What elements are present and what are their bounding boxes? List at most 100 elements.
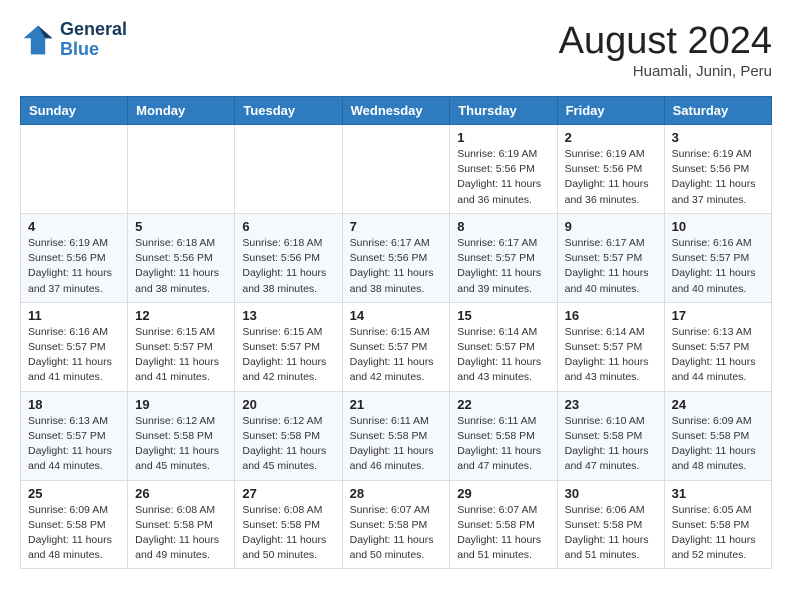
week-row-1: 1 Sunrise: 6:19 AM Sunset: 5:56 PM Daylig… (21, 125, 772, 214)
day-number: 10 (672, 219, 764, 234)
day-number: 15 (457, 308, 549, 323)
day-info: Sunrise: 6:19 AM Sunset: 5:56 PM Dayligh… (565, 147, 657, 208)
day-info: Sunrise: 6:16 AM Sunset: 5:57 PM Dayligh… (672, 236, 764, 297)
calendar-table: SundayMondayTuesdayWednesdayThursdayFrid… (20, 96, 772, 569)
day-info: Sunrise: 6:15 AM Sunset: 5:57 PM Dayligh… (350, 325, 443, 386)
day-cell: 27 Sunrise: 6:08 AM Sunset: 5:58 PM Dayli… (235, 480, 342, 569)
day-info: Sunrise: 6:16 AM Sunset: 5:57 PM Dayligh… (28, 325, 120, 386)
weekday-header-sunday: Sunday (21, 97, 128, 125)
day-number: 11 (28, 308, 120, 323)
day-info: Sunrise: 6:19 AM Sunset: 5:56 PM Dayligh… (457, 147, 549, 208)
day-cell: 23 Sunrise: 6:10 AM Sunset: 5:58 PM Dayli… (557, 391, 664, 480)
day-number: 20 (242, 397, 334, 412)
day-cell: 10 Sunrise: 6:16 AM Sunset: 5:57 PM Dayli… (664, 213, 771, 302)
day-info: Sunrise: 6:14 AM Sunset: 5:57 PM Dayligh… (457, 325, 549, 386)
day-info: Sunrise: 6:09 AM Sunset: 5:58 PM Dayligh… (28, 503, 120, 564)
day-info: Sunrise: 6:12 AM Sunset: 5:58 PM Dayligh… (135, 414, 227, 475)
day-number: 17 (672, 308, 764, 323)
logo-text: General Blue (60, 20, 127, 60)
day-info: Sunrise: 6:15 AM Sunset: 5:57 PM Dayligh… (242, 325, 334, 386)
day-number: 7 (350, 219, 443, 234)
day-info: Sunrise: 6:10 AM Sunset: 5:58 PM Dayligh… (565, 414, 657, 475)
day-number: 8 (457, 219, 549, 234)
day-info: Sunrise: 6:17 AM Sunset: 5:57 PM Dayligh… (565, 236, 657, 297)
day-cell: 4Sunrise: 6:19 AM Sunset: 5:56 PM Daylig… (21, 213, 128, 302)
day-info: Sunrise: 6:13 AM Sunset: 5:57 PM Dayligh… (672, 325, 764, 386)
day-number: 24 (672, 397, 764, 412)
day-number: 12 (135, 308, 227, 323)
month-title: August 2024 (559, 20, 772, 63)
day-cell: 7 Sunrise: 6:17 AM Sunset: 5:56 PM Daylig… (342, 213, 450, 302)
day-cell: 3Sunrise: 6:19 AM Sunset: 5:56 PM Daylig… (664, 125, 771, 214)
weekday-header-thursday: Thursday (450, 97, 557, 125)
day-number: 27 (242, 486, 334, 501)
day-cell: 9 Sunrise: 6:17 AM Sunset: 5:57 PM Daylig… (557, 213, 664, 302)
day-cell: 15 Sunrise: 6:14 AM Sunset: 5:57 PM Dayli… (450, 302, 557, 391)
day-number: 28 (350, 486, 443, 501)
day-number: 29 (457, 486, 549, 501)
day-cell (235, 125, 342, 214)
day-cell: 5Sunrise: 6:18 AM Sunset: 5:56 PM Daylig… (128, 213, 235, 302)
day-cell: 14Sunrise: 6:15 AM Sunset: 5:57 PM Dayli… (342, 302, 450, 391)
day-number: 31 (672, 486, 764, 501)
weekday-header-saturday: Saturday (664, 97, 771, 125)
day-cell: 19 Sunrise: 6:12 AM Sunset: 5:58 PM Dayli… (128, 391, 235, 480)
page-header: General Blue August 2024 Huamali, Junin,… (20, 20, 772, 80)
week-row-3: 11 Sunrise: 6:16 AM Sunset: 5:57 PM Dayli… (21, 302, 772, 391)
day-info: Sunrise: 6:08 AM Sunset: 5:58 PM Dayligh… (135, 503, 227, 564)
day-number: 4 (28, 219, 120, 234)
day-cell: 16 Sunrise: 6:14 AM Sunset: 5:57 PM Dayli… (557, 302, 664, 391)
day-cell: 31 Sunrise: 6:05 AM Sunset: 5:58 PM Dayli… (664, 480, 771, 569)
day-number: 19 (135, 397, 227, 412)
day-cell: 21 Sunrise: 6:11 AM Sunset: 5:58 PM Dayli… (342, 391, 450, 480)
week-row-4: 18 Sunrise: 6:13 AM Sunset: 5:57 PM Dayli… (21, 391, 772, 480)
logo: General Blue (20, 20, 127, 60)
day-info: Sunrise: 6:14 AM Sunset: 5:57 PM Dayligh… (565, 325, 657, 386)
day-info: Sunrise: 6:17 AM Sunset: 5:56 PM Dayligh… (350, 236, 443, 297)
day-cell: 8 Sunrise: 6:17 AM Sunset: 5:57 PM Daylig… (450, 213, 557, 302)
day-info: Sunrise: 6:15 AM Sunset: 5:57 PM Dayligh… (135, 325, 227, 386)
day-info: Sunrise: 6:19 AM Sunset: 5:56 PM Dayligh… (672, 147, 764, 208)
day-number: 16 (565, 308, 657, 323)
day-number: 6 (242, 219, 334, 234)
day-info: Sunrise: 6:11 AM Sunset: 5:58 PM Dayligh… (350, 414, 443, 475)
day-info: Sunrise: 6:12 AM Sunset: 5:58 PM Dayligh… (242, 414, 334, 475)
day-number: 26 (135, 486, 227, 501)
day-info: Sunrise: 6:18 AM Sunset: 5:56 PM Dayligh… (242, 236, 334, 297)
day-cell: 25 Sunrise: 6:09 AM Sunset: 5:58 PM Dayli… (21, 480, 128, 569)
day-cell: 20 Sunrise: 6:12 AM Sunset: 5:58 PM Dayli… (235, 391, 342, 480)
day-cell: 18 Sunrise: 6:13 AM Sunset: 5:57 PM Dayli… (21, 391, 128, 480)
day-number: 30 (565, 486, 657, 501)
week-row-5: 25 Sunrise: 6:09 AM Sunset: 5:58 PM Dayli… (21, 480, 772, 569)
day-cell: 22Sunrise: 6:11 AM Sunset: 5:58 PM Dayli… (450, 391, 557, 480)
weekday-header-friday: Friday (557, 97, 664, 125)
weekday-header-monday: Monday (128, 97, 235, 125)
day-info: Sunrise: 6:07 AM Sunset: 5:58 PM Dayligh… (350, 503, 443, 564)
day-number: 22 (457, 397, 549, 412)
day-info: Sunrise: 6:07 AM Sunset: 5:58 PM Dayligh… (457, 503, 549, 564)
day-info: Sunrise: 6:17 AM Sunset: 5:57 PM Dayligh… (457, 236, 549, 297)
weekday-header-tuesday: Tuesday (235, 97, 342, 125)
day-number: 1 (457, 130, 549, 145)
weekday-header-row: SundayMondayTuesdayWednesdayThursdayFrid… (21, 97, 772, 125)
day-number: 25 (28, 486, 120, 501)
day-number: 18 (28, 397, 120, 412)
day-cell: 1 Sunrise: 6:19 AM Sunset: 5:56 PM Daylig… (450, 125, 557, 214)
day-cell: 11 Sunrise: 6:16 AM Sunset: 5:57 PM Dayli… (21, 302, 128, 391)
day-number: 21 (350, 397, 443, 412)
day-number: 13 (242, 308, 334, 323)
title-block: August 2024 Huamali, Junin, Peru (559, 20, 772, 80)
day-info: Sunrise: 6:13 AM Sunset: 5:57 PM Dayligh… (28, 414, 120, 475)
day-cell (128, 125, 235, 214)
day-cell: 6 Sunrise: 6:18 AM Sunset: 5:56 PM Daylig… (235, 213, 342, 302)
day-cell: 29 Sunrise: 6:07 AM Sunset: 5:58 PM Dayli… (450, 480, 557, 569)
day-cell: 30Sunrise: 6:06 AM Sunset: 5:58 PM Dayli… (557, 480, 664, 569)
day-number: 23 (565, 397, 657, 412)
day-cell: 12 Sunrise: 6:15 AM Sunset: 5:57 PM Dayli… (128, 302, 235, 391)
day-number: 2 (565, 130, 657, 145)
day-info: Sunrise: 6:08 AM Sunset: 5:58 PM Dayligh… (242, 503, 334, 564)
day-info: Sunrise: 6:05 AM Sunset: 5:58 PM Dayligh… (672, 503, 764, 564)
day-number: 9 (565, 219, 657, 234)
day-cell (342, 125, 450, 214)
day-cell: 17 Sunrise: 6:13 AM Sunset: 5:57 PM Dayli… (664, 302, 771, 391)
